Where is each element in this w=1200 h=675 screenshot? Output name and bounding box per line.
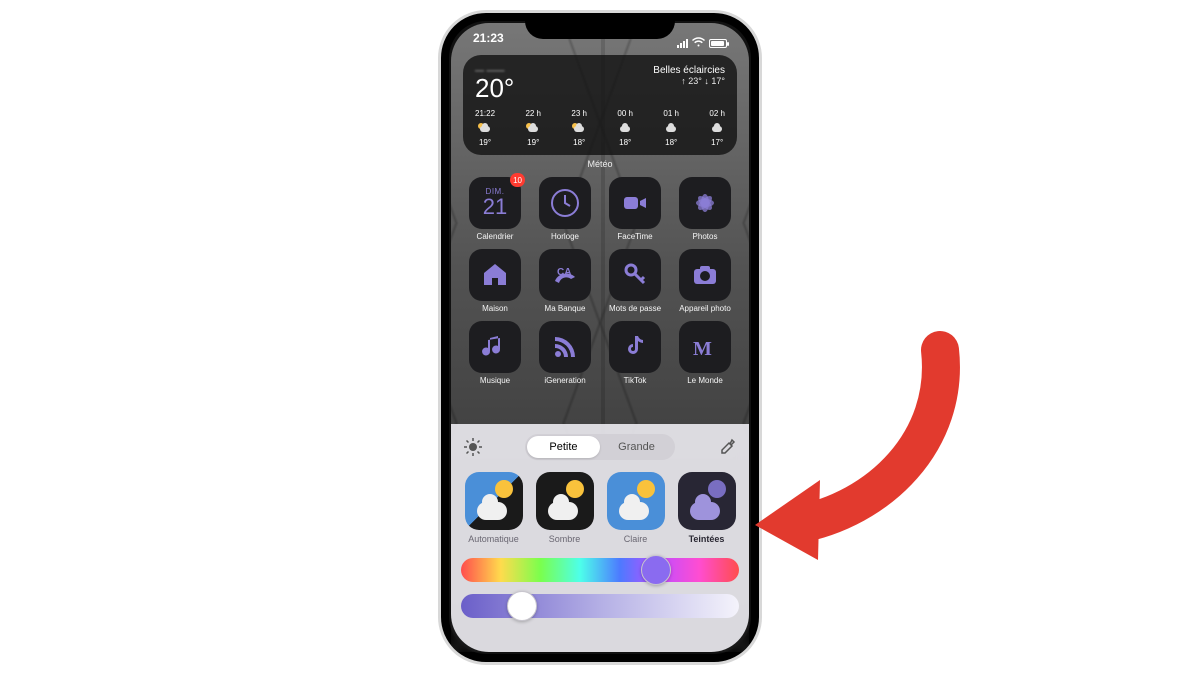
rss-icon — [539, 321, 591, 373]
app-lemonde[interactable]: M Le Monde — [673, 321, 737, 385]
tiktok-icon — [609, 321, 661, 373]
screen: 21:23 — —— 20° Belles éclaircies — [451, 23, 749, 652]
app-calendrier[interactable]: DIM.2110 Calendrier — [463, 177, 527, 241]
eyedropper-icon[interactable] — [715, 435, 739, 459]
app-motsdepasse[interactable]: Mots de passe — [603, 249, 667, 313]
style-options: Automatique Sombre Claire Teintées — [461, 472, 739, 544]
style-light[interactable]: Claire — [603, 472, 668, 544]
app-igeneration[interactable]: iGeneration — [533, 321, 597, 385]
weather-temp: 20° — [475, 75, 514, 101]
style-dark[interactable]: Sombre — [532, 472, 597, 544]
power-button — [760, 193, 762, 265]
app-tiktok[interactable]: TikTok — [603, 321, 667, 385]
callout-arrow — [740, 330, 970, 560]
camera-icon — [679, 249, 731, 301]
size-small[interactable]: Petite — [527, 436, 600, 458]
battery-icon — [709, 39, 727, 48]
app-musique[interactable]: Musique — [463, 321, 527, 385]
mute-switch — [438, 143, 440, 175]
style-automatic[interactable]: Automatique — [461, 472, 526, 544]
saturation-slider[interactable] — [461, 594, 739, 618]
style-tinted[interactable]: Teintées — [674, 472, 739, 544]
brightness-icon[interactable] — [461, 435, 485, 459]
bank-icon: CA — [539, 249, 591, 301]
icon-customize-sheet: Petite Grande Automatique Sombre — [451, 424, 749, 652]
home-icon — [469, 249, 521, 301]
notch — [525, 13, 675, 39]
cellular-icon — [677, 39, 688, 48]
svg-text:CA: CA — [557, 267, 571, 278]
app-appareilphoto[interactable]: Appareil photo — [673, 249, 737, 313]
sat-thumb[interactable] — [507, 591, 537, 621]
size-large[interactable]: Grande — [600, 436, 673, 458]
volume-down — [438, 243, 440, 293]
status-time: 21:23 — [473, 31, 504, 55]
hue-thumb[interactable] — [641, 555, 671, 585]
app-mabanque[interactable]: CA Ma Banque — [533, 249, 597, 313]
volume-up — [438, 185, 440, 235]
weather-widget-label: Météo — [463, 159, 737, 169]
size-segmented-control[interactable]: Petite Grande — [525, 434, 675, 460]
hue-slider[interactable] — [461, 558, 739, 582]
app-photos[interactable]: Photos — [673, 177, 737, 241]
key-icon — [609, 249, 661, 301]
music-icon — [469, 321, 521, 373]
app-facetime[interactable]: FaceTime — [603, 177, 667, 241]
lemonde-icon: M — [679, 321, 731, 373]
clock-icon — [539, 177, 591, 229]
app-horloge[interactable]: Horloge — [533, 177, 597, 241]
app-maison[interactable]: Maison — [463, 249, 527, 313]
badge: 10 — [510, 173, 525, 187]
wifi-icon — [692, 37, 705, 50]
weather-range: ↑ 23° ↓ 17° — [653, 76, 725, 86]
phone-frame: 21:23 — —— 20° Belles éclaircies — [438, 10, 762, 665]
weather-condition: Belles éclaircies — [653, 65, 725, 76]
weather-hourly: 21:2219° 22 h19° 23 h18° 00 h18° 01 h18°… — [475, 109, 725, 147]
app-grid: DIM.2110 Calendrier Horloge FaceTime Pho… — [463, 177, 737, 385]
video-icon — [609, 177, 661, 229]
weather-location: — —— — [475, 65, 514, 75]
flower-icon — [679, 177, 731, 229]
weather-widget[interactable]: — —— 20° Belles éclaircies ↑ 23° ↓ 17° 2… — [463, 55, 737, 155]
svg-text:M: M — [693, 338, 712, 360]
